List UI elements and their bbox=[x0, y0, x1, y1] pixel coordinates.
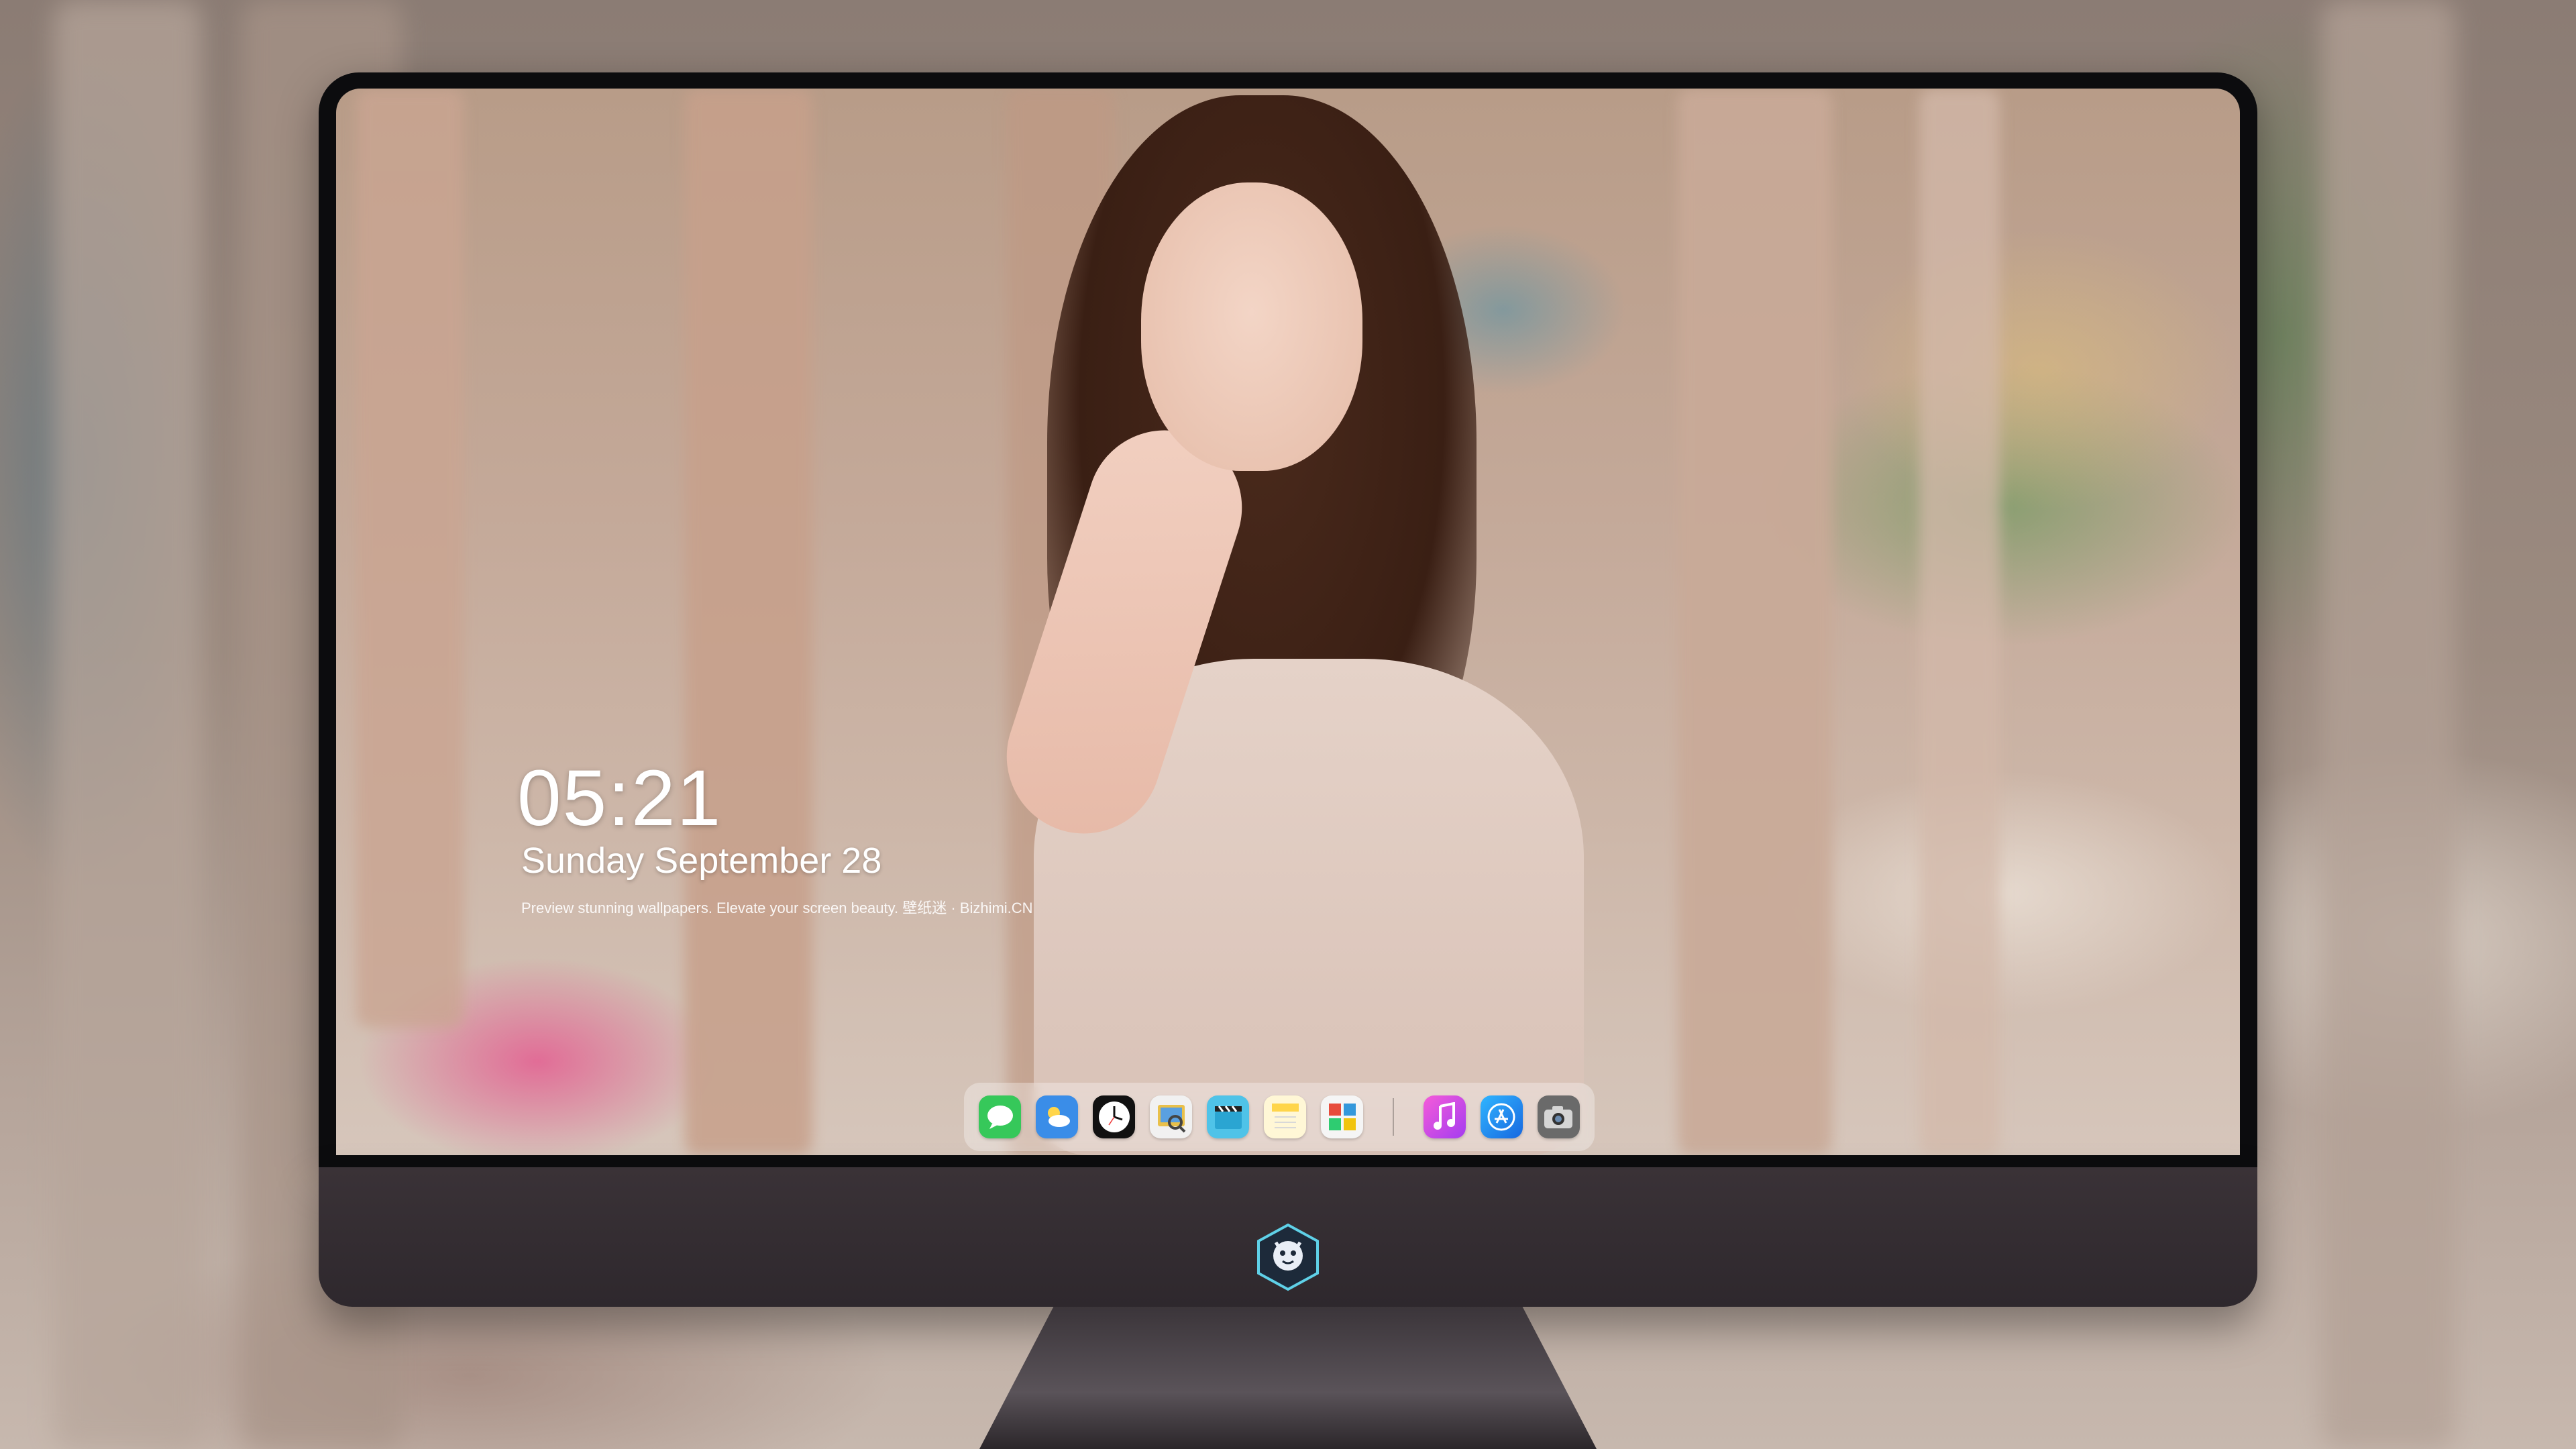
photo-booth-icon[interactable] bbox=[1321, 1095, 1363, 1138]
preview-icon[interactable] bbox=[1150, 1095, 1192, 1138]
lockscreen-tagline: Preview stunning wallpapers. Elevate you… bbox=[521, 900, 1033, 916]
messages-icon[interactable] bbox=[979, 1095, 1021, 1138]
app-store-icon[interactable] bbox=[1480, 1095, 1523, 1138]
monitor-bezel: 05:21 Sunday September 28 Preview stunni… bbox=[319, 72, 2257, 1167]
music-note-icon[interactable] bbox=[1423, 1095, 1466, 1138]
weather-icon[interactable] bbox=[1036, 1095, 1078, 1138]
person-photo bbox=[792, 89, 1678, 1155]
monitor-stand bbox=[979, 1307, 1597, 1449]
monitor: 05:21 Sunday September 28 Preview stunni… bbox=[319, 72, 2257, 1449]
screen: 05:21 Sunday September 28 Preview stunni… bbox=[336, 89, 2240, 1155]
notes-icon[interactable] bbox=[1264, 1095, 1306, 1138]
lockscreen-time: 05:21 bbox=[517, 754, 722, 843]
lockscreen-date: Sunday September 28 bbox=[521, 841, 882, 881]
clock-icon[interactable] bbox=[1093, 1095, 1135, 1138]
brand-logo-icon bbox=[1257, 1223, 1319, 1291]
dock bbox=[964, 1083, 1595, 1151]
monitor-chin bbox=[319, 1167, 2257, 1307]
camera-icon[interactable] bbox=[1537, 1095, 1580, 1138]
dock-separator bbox=[1393, 1098, 1394, 1136]
clapperboard-icon[interactable] bbox=[1207, 1095, 1249, 1138]
